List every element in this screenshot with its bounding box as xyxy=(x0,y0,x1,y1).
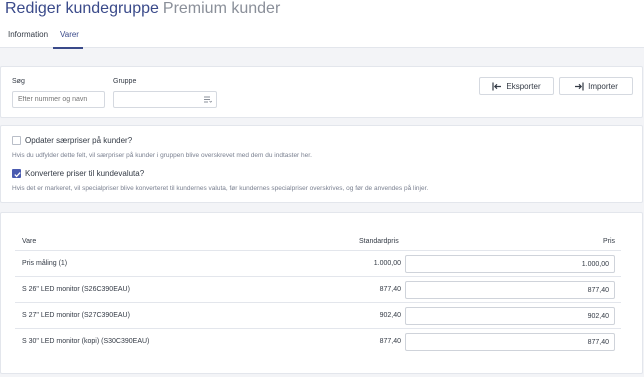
export-button[interactable]: Eksporter xyxy=(479,77,554,95)
update-prices-label: Opdater særpriser på kunder? xyxy=(25,136,133,145)
filter-card: Søg Gruppe Eksporter Importer xyxy=(0,66,643,118)
page-title-main: Rediger kundegruppe xyxy=(5,0,159,17)
update-prices-help: Hvis du udfylder dette felt, vil særpris… xyxy=(12,152,312,159)
search-label: Søg xyxy=(12,78,25,85)
row-standard-price: 1.000,00 xyxy=(373,260,401,267)
search-input[interactable] xyxy=(12,91,105,108)
row-price-input[interactable] xyxy=(405,333,615,351)
page-header: Rediger kundegruppe Premium kunder Inform… xyxy=(0,0,644,49)
row-standard-price: 877,40 xyxy=(379,338,401,345)
column-header-pris: Pris xyxy=(603,238,616,245)
prices-table-card: Vare Standardpris Pris Pris måling (1) 1… xyxy=(0,212,643,374)
row-product-name: S 27" LED monitor (S27C390EAU) xyxy=(22,312,130,319)
tab-information[interactable]: Information xyxy=(8,30,48,48)
row-product-name: S 26" LED monitor (S26C390EAU) xyxy=(22,286,130,293)
import-arrow-icon xyxy=(575,82,584,90)
row-price-input[interactable] xyxy=(405,255,615,273)
import-button[interactable]: Importer xyxy=(559,77,633,95)
row-divider xyxy=(15,276,621,277)
options-card: Opdater særpriser på kunder? Hvis du udf… xyxy=(0,125,643,203)
export-arrow-icon xyxy=(492,82,502,90)
import-button-label: Importer xyxy=(588,81,618,91)
row-product-name: S 30" LED monitor (kopi) (S30C390EAU) xyxy=(22,338,150,345)
page-title-subtitle: Premium kunder xyxy=(162,0,281,17)
convert-currency-help: Hvis det er markeret, vil specialpriser … xyxy=(12,185,429,192)
convert-currency-checkbox[interactable] xyxy=(12,169,21,178)
column-header-vare: Vare xyxy=(22,238,37,245)
group-select[interactable] xyxy=(113,91,217,108)
row-price-input[interactable] xyxy=(405,281,615,299)
row-price-input[interactable] xyxy=(405,307,615,325)
list-icon xyxy=(204,96,212,103)
check-icon xyxy=(14,172,21,178)
header-divider xyxy=(15,250,621,251)
convert-currency-label: Konvertere priser til kundevaluta? xyxy=(25,169,145,178)
row-standard-price: 902,40 xyxy=(379,312,401,319)
row-divider xyxy=(15,328,621,329)
column-header-standardpris: Standardpris xyxy=(359,238,399,245)
page-title: Rediger kundegruppe Premium kunder xyxy=(5,0,280,18)
row-standard-price: 877,40 xyxy=(379,286,401,293)
row-product-name: Pris måling (1) xyxy=(22,260,68,267)
tab-varer[interactable]: Varer xyxy=(53,30,83,49)
update-prices-checkbox[interactable] xyxy=(12,136,21,145)
group-label: Gruppe xyxy=(113,78,137,85)
export-button-label: Eksporter xyxy=(506,81,541,91)
row-divider xyxy=(15,302,621,303)
